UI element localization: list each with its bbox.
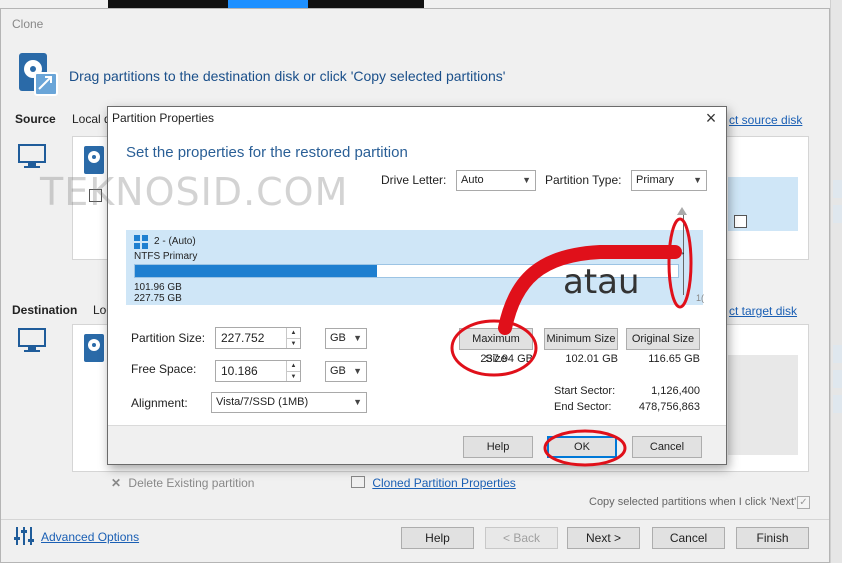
annotation-text: atau bbox=[563, 262, 640, 302]
annotation-overlay bbox=[450, 217, 693, 467]
